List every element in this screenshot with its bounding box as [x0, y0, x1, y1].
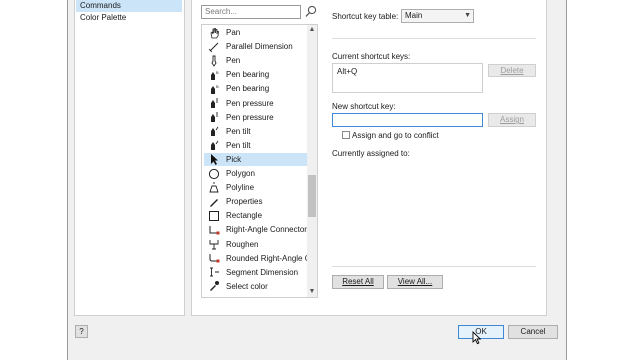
command-item-label: Pick	[226, 154, 242, 164]
command-item-label: Pen tilt	[226, 140, 251, 150]
command-item-label: Parallel Dimension	[226, 42, 293, 52]
command-item[interactable]: Roughen	[204, 238, 308, 251]
command-item[interactable]: Pick	[204, 152, 308, 166]
command-item-label: Pen	[226, 56, 241, 66]
cancel-button[interactable]: Cancel	[508, 325, 558, 339]
command-item[interactable]: Rectangle	[204, 209, 308, 222]
segment-dimension-icon	[208, 266, 220, 278]
shortcut-table-label: Shortcut key table:	[332, 12, 399, 21]
command-item-label: Properties	[226, 197, 263, 207]
pen-bearing-icon: B	[208, 69, 220, 81]
mouse-cursor-icon	[472, 330, 482, 345]
command-item[interactable]: Parallel Dimension	[204, 40, 308, 53]
polygon-icon	[208, 168, 220, 180]
command-item-label: Right-Angle Connector	[226, 225, 307, 235]
view-all-button[interactable]: View All...	[387, 275, 443, 289]
command-item-label: Segment Dimension	[226, 267, 299, 277]
command-item[interactable]: Pen pressure	[204, 111, 308, 124]
assign-button[interactable]: Assign	[488, 113, 536, 127]
rectangle-icon	[208, 210, 220, 222]
category-tree[interactable]: Commands Color Palette	[74, 0, 185, 316]
pen-bearing-icon: B	[208, 83, 220, 95]
command-item[interactable]: Pen pressure	[204, 97, 308, 110]
current-shortcut-label: Current shortcut keys:	[332, 52, 411, 61]
command-item[interactable]: Polygon	[204, 167, 308, 180]
pen-icon	[208, 55, 220, 67]
command-list-scrollbar[interactable]: ▲ ▼	[307, 25, 317, 297]
command-item-label: Rectangle	[226, 211, 263, 221]
hand-icon	[208, 27, 220, 39]
command-list[interactable]: Pan Parallel Dimension Pen B Pen bearing B Pen…	[201, 24, 318, 298]
command-item[interactable]: Pen tilt	[204, 139, 308, 152]
command-item[interactable]: Pen tilt	[204, 125, 308, 138]
current-shortcut-value[interactable]: Alt+Q	[337, 67, 357, 76]
command-item[interactable]: Pen	[204, 54, 308, 67]
command-item-label: Pen pressure	[226, 98, 274, 108]
shortcut-table-select[interactable]: Main ▼	[401, 9, 474, 23]
shortcut-table-value: Main	[405, 11, 423, 20]
polyline-icon	[208, 182, 220, 194]
category-item-commands[interactable]: Commands	[76, 0, 182, 12]
help-button[interactable]: ?	[75, 325, 88, 338]
ok-button[interactable]: OK	[458, 325, 504, 339]
roughen-icon	[208, 238, 220, 250]
properties-icon	[208, 196, 220, 208]
current-shortcut-list[interactable]: Alt+Q	[332, 63, 483, 93]
command-item-label: Select color	[226, 281, 268, 291]
divider	[332, 38, 536, 39]
command-item[interactable]: Select color	[204, 280, 308, 293]
command-item-label: Pen tilt	[226, 126, 251, 136]
command-item-label: Pen pressure	[226, 112, 274, 122]
pen-tilt-icon	[208, 125, 220, 137]
right-angle-connector-icon	[208, 224, 220, 236]
command-item-label: Pen bearing	[226, 84, 270, 94]
scrollbar-thumb[interactable]	[308, 175, 316, 217]
category-item-color-palette[interactable]: Color Palette	[76, 12, 182, 24]
pen-pressure-icon	[208, 97, 220, 109]
dimension-line-icon	[208, 41, 220, 53]
pen-tilt-icon	[208, 139, 220, 151]
command-item[interactable]: B Pen bearing	[204, 68, 308, 81]
new-shortcut-label: New shortcut key:	[332, 102, 396, 111]
assign-goto-conflict-label[interactable]: Assign and go to conflict	[352, 131, 439, 140]
command-item[interactable]: Properties	[204, 195, 308, 208]
command-item[interactable]: Polyline	[204, 181, 308, 194]
command-item-label: Polygon	[226, 169, 255, 178]
pen-pressure-icon	[208, 111, 220, 123]
command-item[interactable]: Rounded Right-Angle C...	[204, 252, 317, 265]
scroll-up-arrow-icon[interactable]: ▲	[307, 25, 317, 35]
divider	[332, 266, 536, 267]
command-item[interactable]: Segment Dimension	[204, 266, 308, 279]
search-icon[interactable]	[304, 4, 318, 20]
command-item-label: Polyline	[226, 183, 255, 193]
rounded-connector-icon	[208, 252, 220, 264]
command-item[interactable]: B Pen bearing	[204, 82, 308, 95]
delete-button[interactable]: Delete	[488, 64, 536, 77]
command-item[interactable]: Right-Angle Connector	[204, 223, 308, 236]
reset-all-button[interactable]: Reset All	[332, 275, 384, 289]
svg-text:B: B	[216, 70, 219, 75]
currently-assigned-label: Currently assigned to:	[332, 149, 410, 158]
command-item-label: Rounded Right-Angle C...	[226, 253, 318, 263]
scroll-down-arrow-icon[interactable]: ▼	[307, 287, 317, 297]
command-item-label: Pan	[226, 28, 241, 37]
new-shortcut-input[interactable]	[332, 113, 483, 127]
search-input[interactable]: Search...	[201, 5, 301, 19]
command-item-label: Roughen	[226, 239, 259, 249]
eyedropper-icon	[208, 280, 220, 292]
pick-arrow-icon	[208, 153, 220, 166]
command-item-label: Pen bearing	[226, 70, 270, 80]
chevron-down-icon: ▼	[464, 12, 471, 19]
assign-goto-conflict-checkbox[interactable]	[342, 131, 350, 139]
svg-text:B: B	[216, 84, 219, 89]
command-item[interactable]: Pan	[204, 26, 308, 39]
